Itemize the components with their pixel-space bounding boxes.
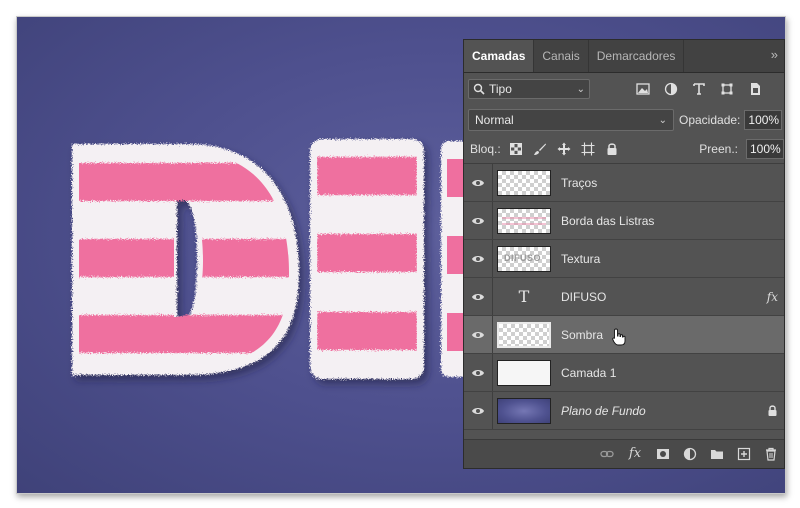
trash-icon[interactable]: [764, 447, 778, 461]
tab-canais[interactable]: Canais: [534, 40, 589, 72]
tab-demarcadores[interactable]: Demarcadores: [589, 40, 685, 72]
layer-name: Plano de Fundo: [561, 403, 646, 418]
panel-bottom-toolbar: fx: [464, 439, 784, 468]
lock-move-icon[interactable]: [557, 142, 571, 156]
layer-row[interactable]: T DIFUSO fx: [464, 278, 784, 316]
tab-camadas[interactable]: Camadas: [464, 40, 535, 72]
blend-mode-value: Normal: [475, 113, 514, 127]
layer-name: Camada 1: [561, 365, 617, 380]
filter-kind-select[interactable]: Tipo ⌄: [468, 79, 590, 99]
lock-transparency-icon[interactable]: [509, 142, 523, 156]
layer-row[interactable]: DIFUSO Textura: [464, 240, 784, 278]
blend-row: Normal ⌄ Opacidade: 100%: [464, 105, 784, 135]
opacity-field[interactable]: 100%: [744, 110, 783, 130]
fx-icon[interactable]: fx: [627, 447, 643, 461]
chevron-down-icon: ⌄: [576, 83, 585, 95]
adjustment-filter-icon[interactable]: [664, 82, 678, 96]
layer-row[interactable]: Camada 1: [464, 354, 784, 392]
lock-label: Bloq.:: [470, 142, 501, 156]
visibility-eye-icon[interactable]: [464, 392, 493, 429]
lock-row: Bloq.: Preen.: 100%: [464, 135, 784, 164]
layer-name: Traços: [561, 175, 598, 190]
double-chevron-right-icon[interactable]: »: [771, 40, 778, 70]
shape-filter-icon[interactable]: [720, 82, 734, 96]
hand-cursor-icon: [612, 328, 626, 346]
blend-mode-select[interactable]: Normal ⌄: [468, 109, 674, 131]
smart-object-filter-icon[interactable]: [748, 82, 762, 96]
fill-field[interactable]: 100%: [746, 139, 784, 159]
image-filter-icon[interactable]: [636, 82, 650, 96]
filter-kind-value: Tipo: [489, 82, 512, 96]
visibility-eye-icon[interactable]: [464, 316, 493, 353]
stripes-thumbnail-art: [502, 217, 546, 224]
layer-name: DIFUSO: [561, 289, 607, 304]
layer-thumbnail: DIFUSO: [497, 245, 551, 272]
letter-d: [72, 144, 299, 375]
letter-i: [310, 139, 424, 379]
layer-name: Borda das Listras: [561, 213, 655, 228]
chevron-down-icon: ⌄: [658, 114, 667, 126]
layer-thumbnail: [497, 359, 551, 386]
opacity-label: Opacidade:: [679, 113, 741, 127]
type-filter-icon[interactable]: [692, 82, 706, 96]
layers-list: Traços Borda das Listras DIFUSO Textura …: [464, 164, 784, 430]
layers-panel: Camadas Canais Demarcadores » Tipo ⌄ Nor…: [463, 39, 785, 469]
search-icon: [473, 83, 485, 95]
visibility-eye-icon[interactable]: [464, 278, 493, 315]
layer-row[interactable]: Plano de Fundo: [464, 392, 784, 430]
link-layers-icon[interactable]: [600, 447, 614, 461]
type-layer-icon: T: [518, 287, 530, 306]
folder-icon[interactable]: [710, 447, 724, 461]
adjustment-layer-icon[interactable]: [683, 447, 697, 461]
lock-brush-icon[interactable]: [533, 142, 547, 156]
layer-row[interactable]: Traços: [464, 164, 784, 202]
panel-tab-bar: Camadas Canais Demarcadores »: [464, 40, 784, 73]
layer-filter-row: Tipo ⌄: [464, 73, 784, 105]
lock-all-icon[interactable]: [605, 142, 619, 156]
layer-row-selected[interactable]: Sombra: [464, 316, 784, 354]
visibility-eye-icon[interactable]: [464, 240, 493, 277]
layer-name: Sombra: [561, 327, 604, 342]
layer-thumbnail: [497, 321, 551, 348]
layer-name: Textura: [561, 251, 601, 266]
lock-artboard-icon[interactable]: [581, 142, 595, 156]
layer-thumbnail: [497, 207, 551, 234]
layer-row[interactable]: Borda das Listras: [464, 202, 784, 240]
layer-thumbnail: [497, 397, 551, 424]
visibility-eye-icon[interactable]: [464, 164, 493, 201]
visibility-eye-icon[interactable]: [464, 354, 493, 391]
fx-icon[interactable]: fx: [767, 290, 778, 304]
layer-thumbnail: [497, 169, 551, 196]
texture-thumbnail-text: DIFUSO: [504, 252, 542, 263]
fill-label: Preen.:: [699, 142, 738, 156]
new-layer-icon[interactable]: [737, 447, 751, 461]
photoshop-workspace: Camadas Canais Demarcadores » Tipo ⌄ Nor…: [16, 16, 786, 494]
layer-mask-icon[interactable]: [656, 447, 670, 461]
lock-icon: [768, 405, 777, 416]
visibility-eye-icon[interactable]: [464, 202, 493, 239]
